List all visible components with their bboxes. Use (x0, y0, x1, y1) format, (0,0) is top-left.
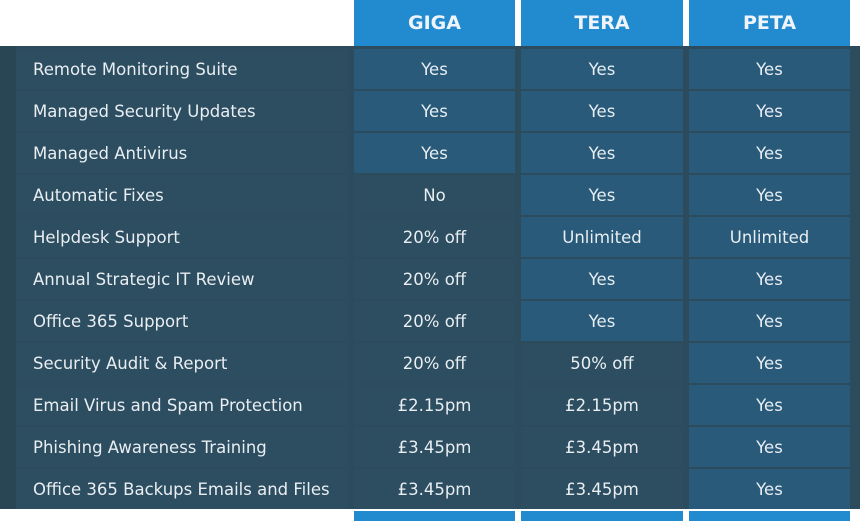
value-cell-peta: Yes (689, 91, 850, 131)
value-cell-peta: Yes (689, 427, 850, 467)
feature-label: Helpdesk Support (16, 217, 348, 257)
feature-label: Security Audit & Report (16, 343, 348, 383)
table-frame-edge (0, 46, 16, 509)
value-cell-tera: Yes (521, 301, 683, 341)
value-cell-peta: Yes (689, 49, 850, 89)
feature-label: Office 365 Backups Emails and Files (16, 469, 348, 509)
value-cell-tera: Yes (521, 259, 683, 299)
value-cell-giga: £3.45pm (354, 427, 515, 467)
column-header-tera: TERA (521, 0, 683, 46)
value-cell-giga: Yes (354, 91, 515, 131)
value-cell-peta: Yes (689, 343, 850, 383)
table-row: Annual Strategic IT Review 20% off Yes Yes (16, 259, 850, 299)
value-cell-tera: £2.15pm (521, 385, 683, 425)
feature-label: Email Virus and Spam Protection (16, 385, 348, 425)
value-cell-peta: Unlimited (689, 217, 850, 257)
table-row: Managed Antivirus Yes Yes Yes (16, 133, 850, 173)
feature-label: Remote Monitoring Suite (16, 49, 348, 89)
value-cell-giga: Yes (354, 133, 515, 173)
feature-label: Office 365 Support (16, 301, 348, 341)
value-cell-tera: Unlimited (521, 217, 683, 257)
column-footer-peta (689, 511, 850, 521)
value-cell-peta: Yes (689, 385, 850, 425)
table-row: Helpdesk Support 20% off Unlimited Unlimite… (16, 217, 850, 257)
value-cell-peta: Yes (689, 301, 850, 341)
feature-label: Managed Antivirus (16, 133, 348, 173)
value-cell-giga: 20% off (354, 217, 515, 257)
value-cell-peta: Yes (689, 469, 850, 509)
value-cell-giga: 20% off (354, 343, 515, 383)
value-cell-giga: No (354, 175, 515, 215)
value-cell-tera: £3.45pm (521, 469, 683, 509)
table-row: Office 365 Support 20% off Yes Yes (16, 301, 850, 341)
feature-label: Automatic Fixes (16, 175, 348, 215)
feature-label: Annual Strategic IT Review (16, 259, 348, 299)
table-row: Managed Security Updates Yes Yes Yes (16, 91, 850, 131)
value-cell-tera: Yes (521, 175, 683, 215)
value-cell-giga: Yes (354, 49, 515, 89)
value-cell-tera: Yes (521, 91, 683, 131)
value-cell-peta: Yes (689, 133, 850, 173)
value-cell-peta: Yes (689, 259, 850, 299)
value-cell-giga: £3.45pm (354, 469, 515, 509)
value-cell-tera: 50% off (521, 343, 683, 383)
table-row: Phishing Awareness Training £3.45pm £3.45p… (16, 427, 850, 467)
value-cell-giga: £2.15pm (354, 385, 515, 425)
value-cell-giga: 20% off (354, 259, 515, 299)
table-row: Security Audit & Report 20% off 50% off Yes (16, 343, 850, 383)
column-footer-tera (521, 511, 683, 521)
table-row: Office 365 Backups Emails and Files £3.45… (16, 469, 850, 509)
value-cell-tera: £3.45pm (521, 427, 683, 467)
value-cell-tera: Yes (521, 133, 683, 173)
value-cell-peta: Yes (689, 175, 850, 215)
feature-label: Managed Security Updates (16, 91, 348, 131)
table-row: Remote Monitoring Suite Yes Yes Yes (16, 49, 850, 89)
column-header-peta: PETA (689, 0, 850, 46)
table-row: Automatic Fixes No Yes Yes (16, 175, 850, 215)
table-row: Email Virus and Spam Protection £2.15pm £2… (16, 385, 850, 425)
column-header-giga: GIGA (354, 0, 515, 46)
value-cell-tera: Yes (521, 49, 683, 89)
feature-label: Phishing Awareness Training (16, 427, 348, 467)
value-cell-giga: 20% off (354, 301, 515, 341)
column-footer-giga (354, 511, 515, 521)
